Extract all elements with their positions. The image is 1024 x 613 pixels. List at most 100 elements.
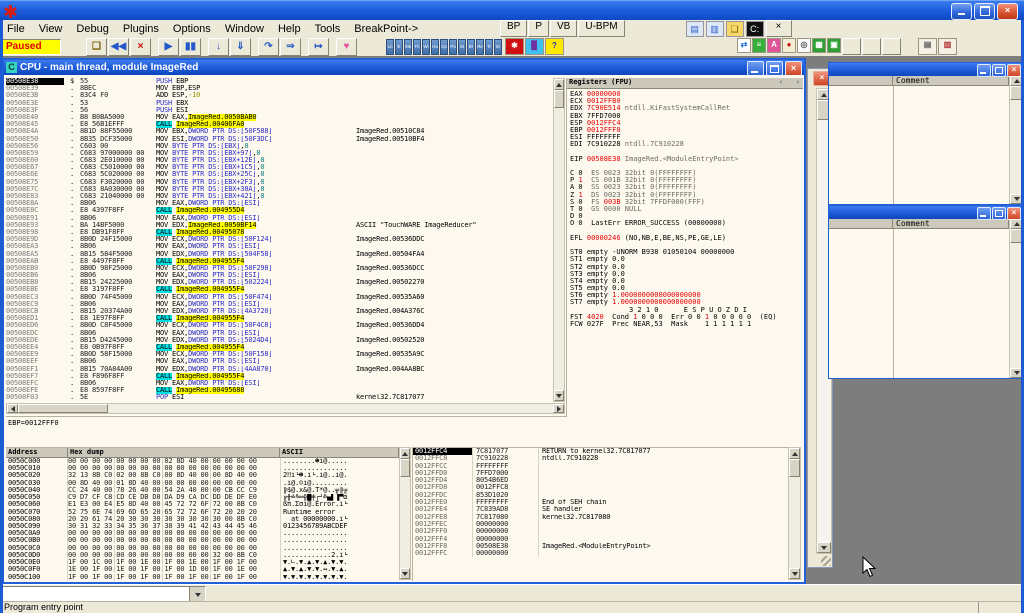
column-header-blank[interactable]	[829, 76, 893, 86]
breakpoints-icon[interactable]: ●	[782, 38, 796, 53]
stack-row[interactable]: 0012FFD80012FFC8	[413, 484, 789, 491]
scroll-thumb[interactable]	[554, 90, 564, 108]
scroll-thumb[interactable]	[18, 404, 108, 413]
dump-row[interactable]: 0050C01000 00 00 00|00 00 00 00|00 00 00…	[6, 465, 399, 472]
disasm-row[interactable]: 00508ED6.8B0D C8F45000MOV ECX,DWORD PTR …	[6, 322, 552, 329]
disasm-row[interactable]: 00508EA5.8B15 584F5000MOV EDX,DWORD PTR …	[6, 251, 552, 258]
step-over-button[interactable]: ⇓	[230, 38, 251, 56]
dump-row[interactable]: 0050C0D000 00 00 00|00 00 00 00|00 00 00…	[6, 552, 399, 559]
debug-options-gear-icon[interactable]: ✱	[505, 38, 524, 55]
open-folder-icon[interactable]: ❑	[726, 21, 744, 37]
disasm-row[interactable]: 00508E83.C683 21040000 00MOV BYTE PTR DS…	[6, 193, 552, 200]
disasm-row[interactable]: 00508E45.E8 56B1EFFFCALL ImageRed.00406F…	[6, 121, 552, 128]
register-line[interactable]: EIP 00508E38 ImageRed.<ModuleEntryPoint>	[570, 156, 803, 163]
dump-row[interactable]: 0050C08020 20 61 74|20 30 30 30|30 30 30…	[6, 516, 399, 523]
stack-row[interactable]: 0012FFE47C839AD8SE handler	[413, 506, 789, 513]
register-line[interactable]: EFL 00000246 (NO,NB,E,BE,NS,PE,GE,LE)	[570, 235, 803, 242]
disasm-row[interactable]: 00508EDC.8B06MOV EAX,DWORD PTR DS:[ESI]	[6, 330, 552, 337]
disasm-row[interactable]: 00508EE9.8B0D 58F15000MOV ECX,DWORD PTR …	[6, 351, 552, 358]
scroll-thumb[interactable]	[400, 459, 410, 477]
minimize-button[interactable]	[977, 207, 991, 220]
register-line[interactable]: FCW 027F Prec NEAR,53 Mask 1 1 1 1 1 1	[570, 321, 803, 328]
minimize-button[interactable]	[951, 3, 972, 20]
disasm-row[interactable]: 00508EFE.E8 8597F8FFCALL ImageRed.004956…	[6, 387, 552, 394]
disasm-row[interactable]: 00508E67.C683 C5010000 00MOV BYTE PTR DS…	[6, 164, 552, 171]
cpu-screen-icon[interactable]: ▣	[827, 38, 841, 53]
console-window-icon[interactable]: C:	[746, 21, 764, 37]
comment-list[interactable]	[829, 229, 1009, 378]
menu-item-help[interactable]: Help	[271, 22, 308, 36]
go-to-button[interactable]: ♥	[336, 38, 357, 56]
menu-item-debug[interactable]: Debug	[69, 22, 115, 36]
run-button[interactable]: ▶	[158, 38, 179, 56]
register-line[interactable]: O 0 LastErr ERROR_SUCCESS (00000000)	[570, 220, 803, 227]
disasm-row[interactable]: 00508E40.B8 B0BA5000MOV EAX,ImageRed.005…	[6, 114, 552, 121]
info-pane[interactable]: EBP=0012FFF0	[6, 416, 567, 448]
pane-button-br[interactable]: Br	[467, 39, 475, 55]
disasm-row[interactable]: 00508EE4.E8 0B97F8FFCALL ImageRed.004955…	[6, 344, 552, 351]
disassembly-vscrollbar[interactable]	[553, 78, 565, 402]
scroll-left-button[interactable]	[7, 404, 18, 413]
dump-row[interactable]: 0050C1001F 00 1F 00|1F 00 1F 00|1F 00 1F…	[6, 574, 399, 581]
animate-into-button[interactable]: ↷	[258, 38, 279, 56]
appearance-colors-icon[interactable]: ▉	[525, 38, 544, 55]
pane-button-wi[interactable]: Wi	[422, 39, 430, 55]
dump-row[interactable]: 0050C00000 00 00 00|00 00 00 00|02 8D 40…	[6, 458, 399, 465]
scroll-up-button[interactable]	[789, 448, 800, 459]
empty-button-1[interactable]	[842, 38, 861, 55]
stack-pane[interactable]: 0012FFC47C817077RETURN to kernel32.7C817…	[412, 447, 789, 581]
dump-vscrollbar[interactable]	[399, 447, 411, 580]
disasm-row[interactable]: 00508E3F.56PUSH ESI	[6, 107, 552, 114]
menu-item-view[interactable]: View	[32, 22, 70, 36]
disassembly-pane[interactable]: 00508E38$55PUSH EBP00508E39.8BECMOV EBP,…	[6, 78, 552, 402]
menu-item-tools[interactable]: Tools	[308, 22, 348, 36]
disasm-row[interactable]: 00508EC3.8B0D 74F45000MOV ECX,DWORD PTR …	[6, 294, 552, 301]
pane-button-e[interactable]: E	[395, 39, 403, 55]
stack-row[interactable]: 0012FFCCFFFFFFFF	[413, 463, 789, 470]
dump-row[interactable]: 0050C0C000 00 00 00|00 00 00 00|00 00 00…	[6, 545, 399, 552]
run-trace-icon[interactable]: ◎	[797, 38, 811, 53]
column-header-comment[interactable]: Comment	[893, 76, 1009, 86]
restore-button[interactable]	[974, 3, 995, 20]
log-window-icon[interactable]: ≡	[752, 38, 766, 53]
stack-row[interactable]: 0012FFEC00000000	[413, 521, 789, 528]
disasm-row[interactable]: 00508E7C.C683 8A030000 00MOV BYTE PTR DS…	[6, 186, 552, 193]
stack-row[interactable]: 0012FFC87C910228ntdll.7C910228	[413, 455, 789, 462]
close-program-button[interactable]: ×	[130, 38, 151, 56]
disasm-row[interactable]: 00508E60.C683 2E010000 00MOV BYTE PTR DS…	[6, 157, 552, 164]
disasm-row[interactable]: 00508EEF.8B06MOV EAX,DWORD PTR DS:[ESI]	[6, 358, 552, 365]
main-title-bar[interactable]: ×	[0, 0, 1024, 21]
dump-row[interactable]: 0050C040CC 24 40 00|78 26 40 00|54 2A 40…	[6, 487, 399, 494]
bp-button-bp[interactable]: BP	[500, 20, 527, 37]
help-icon[interactable]: ?	[545, 38, 564, 55]
execute-till-return-button[interactable]: ↦	[308, 38, 329, 56]
disasm-row[interactable]: 00508EDE.8B15 D4245000MOV EDX,DWORD PTR …	[6, 337, 552, 344]
stack-row[interactable]: 0012FFD07FFD7000	[413, 470, 789, 477]
comment-window-2-title-bar[interactable]: ×	[829, 206, 1023, 219]
scroll-down-button[interactable]	[554, 390, 564, 401]
disasm-row[interactable]: 00508E98.E8 DB91F8FFCALL ImageRed.004950…	[6, 229, 552, 236]
dump-row[interactable]: 0050C0A000 00 00 00|00 00 00 00|00 00 00…	[6, 530, 399, 537]
bp-button-p[interactable]: P	[528, 20, 549, 37]
comment-window-1[interactable]: × Comment	[828, 62, 1024, 205]
comment-list[interactable]	[829, 86, 1009, 204]
disasm-row[interactable]: 00508F03.5EPOP ESIkernel32.7C817077	[6, 394, 552, 401]
register-line[interactable]: EDI 7C910228 ntdll.7C910228	[570, 141, 803, 148]
dump-row[interactable]: 0050C09030 31 32 33|34 35 36 37|38 39 41…	[6, 523, 399, 530]
pane-button-me[interactable]: Me	[404, 39, 412, 55]
open-file-button[interactable]: ❑	[86, 38, 107, 56]
appearance-icon[interactable]: A	[767, 38, 781, 53]
scroll-down-button[interactable]	[789, 568, 800, 579]
registers-header-arrows[interactable]: ‹ ‹	[779, 78, 800, 87]
scroll-thumb[interactable]	[789, 459, 800, 477]
scroll-down-button[interactable]	[817, 542, 831, 553]
comment-window-2[interactable]: × Comment	[828, 205, 1024, 379]
cpu-window[interactable]: C CPU - main thread, module ImageRed × 0…	[2, 58, 806, 584]
pane-button-pa[interactable]: Pa	[449, 39, 457, 55]
disasm-row[interactable]: 00508ECB.8B15 20374A00MOV EDX,DWORD PTR …	[6, 308, 552, 315]
cpu-close-button[interactable]: ×	[785, 61, 802, 76]
disasm-row[interactable]: 00508EAB.E8 4497F8FFCALL ImageRed.004955…	[6, 258, 552, 265]
disasm-row[interactable]: 00508ED1.E8 1E97F8FFCALL ImageRed.004955…	[6, 315, 552, 322]
cpu-window-title-bar[interactable]: C CPU - main thread, module ImageRed ×	[4, 60, 804, 75]
disasm-row[interactable]: 00508EBE.E8 3197F8FFCALL ImageRed.004955…	[6, 286, 552, 293]
